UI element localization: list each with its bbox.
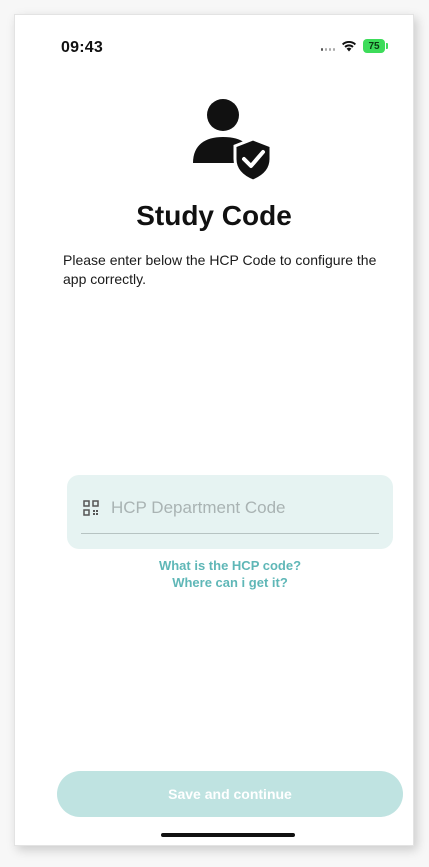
wifi-icon bbox=[341, 40, 357, 52]
hcp-code-input[interactable] bbox=[111, 493, 379, 523]
phone-screen: 09:43 75 Study Code Please enter below t… bbox=[14, 14, 414, 846]
help-link-line-2: Where can i get it? bbox=[172, 575, 288, 590]
signal-icon bbox=[321, 41, 335, 51]
user-verified-icon bbox=[187, 93, 279, 185]
input-underline bbox=[81, 533, 379, 534]
status-icons: 75 bbox=[321, 39, 388, 53]
save-and-continue-button[interactable]: Save and continue bbox=[57, 771, 403, 817]
hcp-code-card bbox=[67, 475, 393, 549]
status-bar: 09:43 75 bbox=[15, 15, 413, 56]
page-title: Study Code bbox=[136, 200, 292, 231]
qr-code-icon[interactable] bbox=[83, 500, 99, 516]
help-link-line-1: What is the HCP code? bbox=[158, 558, 302, 573]
battery-icon: 75 bbox=[363, 39, 388, 53]
home-indicator[interactable] bbox=[161, 833, 295, 837]
page-description: Please enter below the HCP Code to confi… bbox=[63, 252, 377, 287]
status-time: 09:43 bbox=[61, 39, 103, 56]
hcp-code-help-link[interactable]: What is the HCP code? Where can i get it… bbox=[67, 557, 393, 591]
